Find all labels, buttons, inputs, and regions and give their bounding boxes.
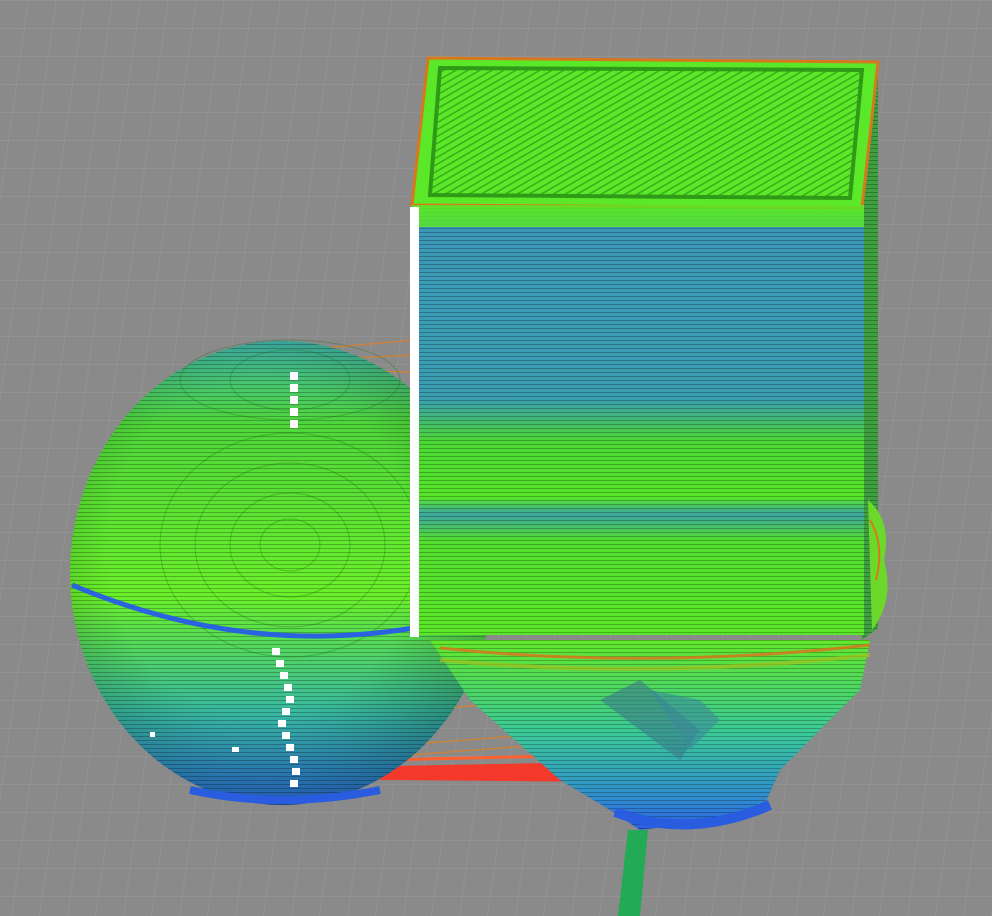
gcode-preview-scene[interactable] — [0, 0, 992, 916]
box-model[interactable] — [410, 56, 880, 640]
3d-viewport[interactable] — [0, 0, 992, 916]
seam-markers-box — [410, 207, 419, 637]
